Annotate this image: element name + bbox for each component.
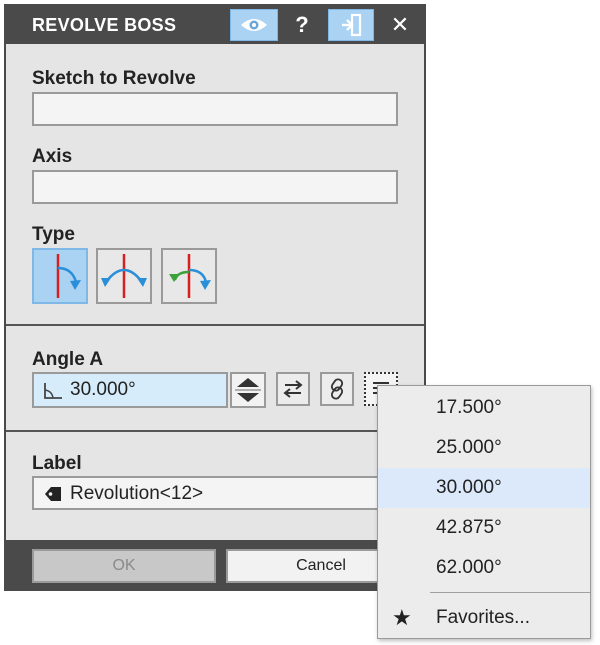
type-mid-plane-button[interactable] (96, 248, 152, 304)
dropdown-item[interactable]: 25.000° (378, 428, 590, 468)
star-icon: ★ (392, 605, 412, 630)
type-one-direction-button[interactable] (32, 248, 88, 304)
dialog-footer: OK Cancel (6, 540, 424, 589)
angle-spinner[interactable] (230, 372, 266, 408)
revolve-one-direction-icon (56, 254, 81, 298)
favorites-label: Favorites... (436, 607, 530, 628)
label-input[interactable]: Revolution<12> (32, 476, 398, 510)
preview-toggle-button[interactable] (230, 9, 278, 41)
angle-icon (44, 383, 62, 399)
label-value: Revolution<12> (70, 483, 204, 504)
dropdown-item[interactable]: 17.500° (378, 388, 590, 428)
revolve-boss-panel: REVOLVE BOSS ? ✕ Sketch to Revolve Axis (4, 4, 426, 591)
dropdown-item[interactable]: 62.000° (378, 548, 590, 588)
spinner-arrows-icon (235, 378, 261, 402)
angle-a-input[interactable]: 30.000° (32, 372, 228, 408)
favorites-item[interactable]: ★ Favorites... (378, 598, 590, 638)
dropdown-item-label: 25.000° (436, 437, 502, 458)
link-icon (330, 378, 344, 400)
pin-icon (342, 13, 362, 37)
dropdown-item-selected[interactable]: 30.000° (378, 468, 590, 508)
axis-field[interactable] (32, 170, 398, 204)
titlebar: REVOLVE BOSS ? ✕ (6, 6, 424, 44)
close-icon: ✕ (390, 12, 410, 37)
dropdown-item-label: 42.875° (436, 517, 502, 538)
dropdown-item-label: 17.500° (436, 397, 502, 418)
cancel-button-label: Cancel (296, 557, 346, 574)
reverse-direction-button[interactable] (276, 372, 310, 406)
sketch-to-revolve-label: Sketch to Revolve (32, 68, 196, 89)
dropdown-item-label: 62.000° (436, 557, 502, 578)
swap-arrows-icon (283, 380, 303, 398)
revolve-mid-plane-icon (101, 254, 147, 298)
tag-icon (45, 487, 61, 501)
dropdown-item[interactable]: 42.875° (378, 508, 590, 548)
type-label: Type (32, 224, 75, 245)
label-label: Label (32, 453, 82, 474)
section-divider (6, 430, 424, 432)
eye-icon (241, 19, 267, 31)
axis-label: Axis (32, 146, 73, 167)
panel-title: REVOLVE BOSS (32, 15, 177, 35)
angle-values-dropdown: 17.500° 25.000° 30.000° 42.875° 62.000° … (377, 385, 591, 639)
angle-a-label: Angle A (32, 349, 104, 370)
section-divider (6, 324, 424, 326)
help-icon: ? (295, 12, 309, 37)
pin-button[interactable] (328, 9, 374, 41)
revolve-two-directions-icon (169, 254, 211, 298)
ok-button[interactable]: OK (32, 549, 216, 583)
dropdown-separator (430, 592, 590, 593)
sketch-to-revolve-field[interactable] (32, 92, 398, 126)
dropdown-item-label: 30.000° (436, 477, 502, 498)
close-button[interactable]: ✕ (384, 9, 416, 41)
type-two-directions-button[interactable] (161, 248, 217, 304)
link-button[interactable] (320, 372, 354, 406)
help-button[interactable]: ? (286, 9, 318, 41)
ok-button-label: OK (112, 557, 136, 574)
angle-a-value: 30.000° (70, 379, 136, 400)
